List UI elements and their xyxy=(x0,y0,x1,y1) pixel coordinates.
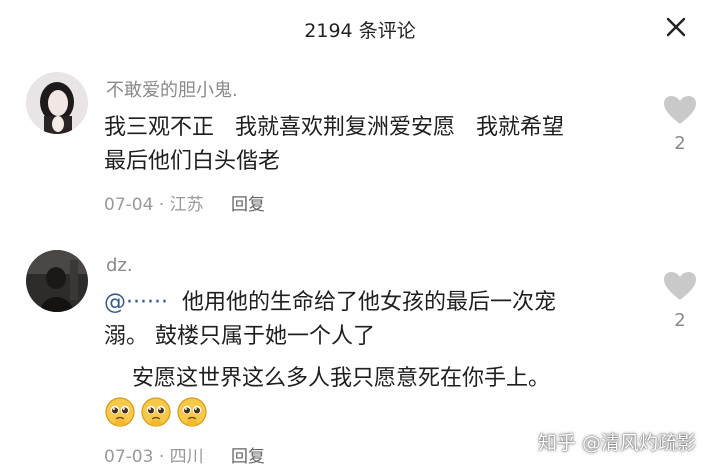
pleading-face-emoji xyxy=(105,397,135,427)
comment-text-segment: 他用他的生命给了他女孩的最后一次宠 xyxy=(167,290,556,315)
comments-header: 2194 条评论 xyxy=(0,0,720,58)
meta-separator: · xyxy=(158,195,165,215)
like-count: 2 xyxy=(674,310,686,331)
comment-username[interactable]: 不敢爱的胆小鬼. xyxy=(106,76,238,102)
heart-icon[interactable] xyxy=(662,94,698,126)
meta-separator: · xyxy=(158,447,165,467)
comment-text-line: 我三观不正 我就喜欢荆复洲爱安愿 我就希望 xyxy=(104,115,564,140)
comment-date: 07-03 xyxy=(104,447,154,467)
comment-username[interactable]: dz. xyxy=(106,255,133,276)
emoji-row xyxy=(104,396,212,432)
comment-count-title: 2194 条评论 xyxy=(304,20,416,42)
comment-meta: 07-03 · 四川 回复 xyxy=(104,442,265,467)
mention-link[interactable]: @······ xyxy=(104,290,168,315)
avatar[interactable] xyxy=(26,250,88,312)
heart-icon[interactable] xyxy=(662,270,698,302)
comment-location: 四川 xyxy=(169,447,204,467)
comment-text-line: 最后他们白头偕老 xyxy=(104,149,281,174)
like-count: 2 xyxy=(674,133,686,154)
reply-button[interactable]: 回复 xyxy=(231,447,265,467)
avatar[interactable] xyxy=(26,72,88,134)
comment-location: 江苏 xyxy=(169,195,204,215)
close-icon[interactable] xyxy=(662,13,690,41)
comment-text-line: @······ 他用他的生命给了他女孩的最后一次宠 xyxy=(104,286,556,320)
watermark: 知乎 @清风灼疏影 xyxy=(537,432,696,454)
comment-date: 07-04 xyxy=(104,195,154,215)
comment-meta: 07-04 · 江苏 回复 xyxy=(104,190,265,215)
reply-button[interactable]: 回复 xyxy=(231,195,265,215)
pleading-face-emoji xyxy=(141,397,171,427)
pleading-face-emoji xyxy=(177,397,207,427)
comment-text-line: 溺。 鼓楼只属于她一个人了 xyxy=(104,324,375,349)
comment-text-line: 安愿这世界这么多人我只愿意死在你手上。 xyxy=(104,366,550,391)
